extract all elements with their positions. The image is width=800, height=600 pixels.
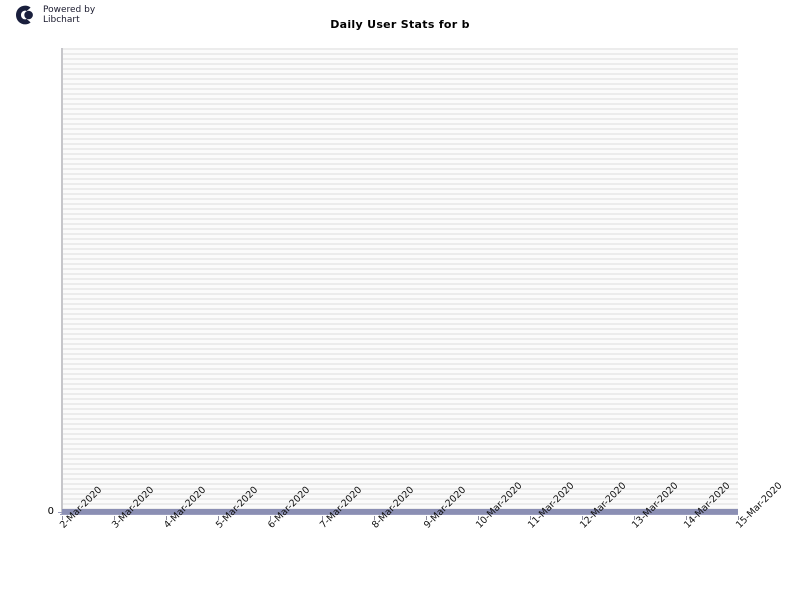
x-axis: 2-Mar-2020 3-Mar-2020 4-Mar-2020 5-Mar-2020… bbox=[58, 480, 785, 596]
y-axis-line bbox=[61, 48, 63, 514]
y-tick-mark bbox=[58, 512, 62, 513]
y-tick-label: 0 bbox=[47, 506, 54, 517]
plot-background-grid bbox=[62, 48, 738, 512]
chart-plot-area bbox=[60, 48, 738, 515]
x-tick-label: 15-Mar-2020 bbox=[734, 480, 785, 531]
chart-title: Daily User Stats for b bbox=[330, 18, 470, 31]
